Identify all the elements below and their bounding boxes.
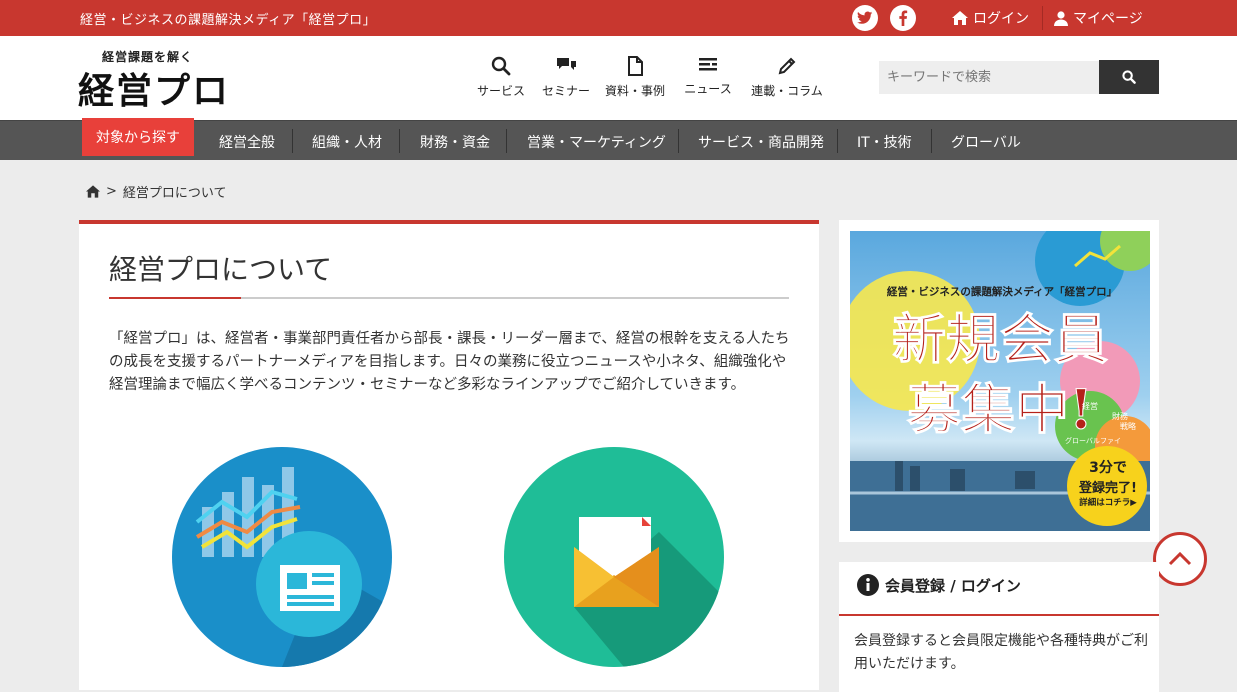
banner-badge-line1: 3分で [1089,460,1127,476]
chat-icon [557,58,576,70]
search-icon [1122,70,1136,84]
breadcrumb-separator: > [106,184,117,199]
nav-label: 連載・コラム [751,84,823,98]
top-bar: 経営・ビジネスの課題解決メディア「経営プロ」 ログイン マイページ [0,0,1237,36]
page-title: 経営プロについて [109,253,333,286]
category-general[interactable]: 経営全般 [219,132,275,152]
category-divider [292,129,293,153]
category-divider [506,129,507,153]
logo-title: 経営プロ [78,70,231,112]
nav-documents[interactable]: 資料・事例 [604,56,666,99]
banner-bubble-text: 戦略 [1120,422,1136,431]
nav-news[interactable]: ニュース [682,56,734,97]
back-to-top-button[interactable] [1153,532,1207,586]
category-divider [399,129,400,153]
nav-column[interactable]: 連載・コラム [750,56,824,99]
category-divider [837,129,838,153]
banner-badge: 3分で 登録完了! 詳細はコチラ▶ [1070,457,1146,508]
mypage-link[interactable]: マイページ [1054,8,1143,28]
news-chart-illustration [172,447,392,667]
info-icon [857,574,879,596]
banner-bubble-text: 経営 [1082,402,1098,411]
category-global[interactable]: グローバル [951,132,1021,152]
breadcrumb-current: 経営プロについて [122,186,227,201]
search-by-target-button[interactable]: 対象から探す [82,118,194,156]
banner-bubble-text: グローバル [1065,437,1100,445]
pencil-icon [778,57,796,75]
category-organization[interactable]: 組織・人材 [312,132,382,152]
banner-title-line1: 新規会員 [892,307,1109,371]
login-label: ログイン [973,11,1029,27]
search-icon [491,56,511,76]
site-tagline: 経営・ビジネスの課題解決メディア「経営プロ」 [80,13,377,28]
home-icon [952,11,968,25]
member-login-box: 会員登録 / ログイン 会員登録すると会員限定機能や各種特典がご利用いただけます… [839,562,1159,692]
page-description: 「経営プロ」は、経営者・事業部門責任者から部長・課長・リーダー層まで、経営の根幹… [109,331,790,393]
facebook-icon[interactable] [890,5,916,31]
category-nav: 対象から探す 経営全般 組織・人材 財務・資金 営業・マーケティング サービス・… [0,118,1237,160]
nav-service[interactable]: サービス [476,56,526,99]
member-recruitment-banner[interactable]: 経営・ビジネスの課題解決メディア「経営プロ」 新規会員 募集中! 財務 戦略 グ… [850,231,1150,531]
search-input[interactable] [879,61,1099,94]
member-box-text: 会員登録すると会員限定機能や各種特典がご利用いただけます。 [854,633,1148,672]
mail-illustration [504,447,724,667]
category-divider [931,129,932,153]
banner-badge-line3: 詳細はコチラ▶ [1079,498,1137,508]
document-icon [628,56,643,76]
title-underline-accent [109,297,241,299]
nav-label: サービス [476,84,525,98]
site-header: 経営課題を解く 経営プロ サービス セミナー 資料・事例 ニュース 連載・コラム [0,36,1237,120]
category-product[interactable]: サービス・商品開発 [698,132,824,152]
topbar-divider [1042,6,1043,30]
banner-headline: 経営・ビジネスの課題解決メディア「経営プロ」 [886,286,1118,298]
home-icon[interactable] [86,185,100,198]
nav-seminar[interactable]: セミナー [540,56,592,99]
nav-label: 資料・事例 [604,84,665,98]
banner-badge-line2: 登録完了! [1079,481,1137,496]
login-link[interactable]: ログイン [952,8,1029,28]
nav-label: ニュース [684,82,732,96]
search-button[interactable] [1099,60,1159,94]
category-marketing[interactable]: 営業・マーケティング [527,132,666,152]
news-icon [699,58,717,71]
member-box-heading: 会員登録 / ログイン [857,574,1021,596]
breadcrumb: > 経営プロについて [86,182,227,201]
category-it[interactable]: IT・技術 [857,132,912,152]
mypage-label: マイページ [1073,11,1143,27]
member-box-rule [839,614,1159,616]
nav-label: セミナー [541,84,590,98]
category-divider [678,129,679,153]
category-finance[interactable]: 財務・資金 [420,132,490,152]
main-content: 経営プロについて 「経営プロ」は、経営者・事業部門責任者から部長・課長・リーダー… [79,220,819,690]
chevron-up-icon [1168,552,1192,566]
banner-bubble-text: ファイ [1100,437,1121,445]
user-icon [1054,10,1068,26]
member-box-title[interactable]: 会員登録 / ログイン [885,575,1021,596]
member-banner-box: 経営・ビジネスの課題解決メディア「経営プロ」 新規会員 募集中! 財務 戦略 グ… [839,220,1159,542]
twitter-icon[interactable] [852,5,878,31]
